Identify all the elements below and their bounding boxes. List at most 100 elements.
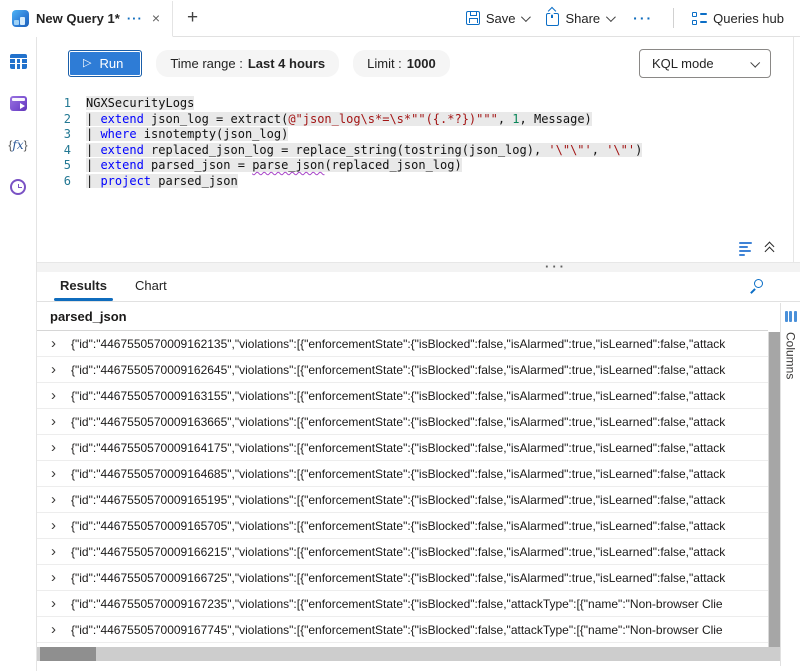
expand-chevron-icon[interactable]: › [51,518,71,533]
expand-chevron-icon[interactable]: › [51,336,71,351]
query-editor[interactable]: 123456 NGXSecurityLogs| extend json_log … [37,90,794,262]
more-menu-button[interactable]: ··· [625,10,661,26]
code-line[interactable]: | extend json_log = extract(@"json_log\s… [86,112,793,128]
code-line[interactable]: | extend parsed_json = parse_json(replac… [86,158,793,174]
expand-chevron-icon[interactable]: › [51,388,71,403]
result-row[interactable]: ›{"id":"4467550570009164685","violations… [37,461,768,487]
top-actions: Save Share ··· Queries hub [460,7,800,30]
line-number: 6 [37,174,84,190]
horizontal-scrollbar[interactable] [37,647,780,661]
save-icon [466,11,480,25]
format-query-icon[interactable] [737,240,754,258]
table-icon [10,54,27,69]
result-row[interactable]: ›{"id":"4467550570009167235","violations… [37,591,768,617]
expand-chevron-icon[interactable]: › [51,492,71,507]
editor-gutter: 123456 [37,90,84,262]
limit-picker[interactable]: Limit : 1000 [353,50,450,77]
new-tab-button[interactable]: + [173,7,212,29]
columns-icon[interactable] [785,311,797,322]
tab-close-icon[interactable]: × [150,10,162,26]
share-label: Share [565,11,600,26]
panel-splitter[interactable]: ··· [37,262,800,272]
results-rows: ›{"id":"4467550570009162135","violations… [37,331,768,643]
code-line[interactable]: | project parsed_json [86,174,793,190]
tab-more-icon[interactable]: ··· [127,11,143,26]
columns-side-panel[interactable]: Columns [780,303,800,666]
row-json-text: {"id":"4467550570009166215","violations"… [71,545,768,559]
kql-mode-dropdown[interactable]: KQL mode [639,49,771,78]
play-icon: ▷ [83,58,91,69]
history-clock-icon [10,179,26,195]
code-line[interactable]: | where isnotempty(json_log) [86,127,793,143]
result-row[interactable]: ›{"id":"4467550570009166725","violations… [37,565,768,591]
expand-chevron-icon[interactable]: › [51,362,71,377]
result-row[interactable]: ›{"id":"4467550570009167745","violations… [37,617,768,643]
expand-chevron-icon[interactable]: › [51,570,71,585]
expand-chevron-icon[interactable]: › [51,466,71,481]
row-json-text: {"id":"4467550570009164175","violations"… [71,441,768,455]
row-json-text: {"id":"4467550570009167745","violations"… [71,623,768,637]
line-number: 4 [37,143,84,159]
result-row[interactable]: ›{"id":"4467550570009162135","violations… [37,331,768,357]
row-json-text: {"id":"4467550570009164685","violations"… [71,467,768,481]
row-json-text: {"id":"4467550570009167235","violations"… [71,597,768,611]
expand-chevron-icon[interactable]: › [51,544,71,559]
expand-chevron-icon[interactable]: › [51,622,71,637]
run-button[interactable]: ▷ Run [68,50,142,77]
result-row[interactable]: ›{"id":"4467550570009165705","violations… [37,513,768,539]
row-json-text: {"id":"4467550570009163155","violations"… [71,389,768,403]
result-row[interactable]: ›{"id":"4467550570009163155","violations… [37,383,768,409]
sidebar-item-history[interactable] [8,177,28,197]
tab-chart[interactable]: Chart [135,278,167,301]
result-row[interactable]: ›{"id":"4467550570009166215","violations… [37,539,768,565]
columns-panel-label[interactable]: Columns [784,332,798,379]
vertical-scrollbar[interactable] [768,332,780,653]
line-number: 2 [37,112,84,128]
line-number: 5 [37,158,84,174]
result-row[interactable]: ›{"id":"4467550570009165195","violations… [37,487,768,513]
sidebar-item-tables[interactable] [8,51,28,71]
time-range-picker[interactable]: Time range : Last 4 hours [156,50,339,77]
time-range-value: Last 4 hours [248,56,325,71]
limit-label: Limit : [367,56,402,71]
collapse-editor-icon[interactable] [764,243,776,255]
code-line[interactable]: | extend replaced_json_log = replace_str… [86,143,793,159]
database-icon [10,96,27,111]
kusto-query-icon [12,10,29,27]
expand-chevron-icon[interactable]: › [51,440,71,455]
code-line[interactable]: NGXSecurityLogs [86,96,793,112]
sidebar-item-functions[interactable]: {fx} [8,135,28,155]
row-json-text: {"id":"4467550570009163665","violations"… [71,415,768,429]
sidebar-item-database[interactable] [8,93,28,113]
result-row[interactable]: ›{"id":"4467550570009164175","violations… [37,435,768,461]
tab-results[interactable]: Results [60,278,107,301]
save-button[interactable]: Save [460,7,535,30]
app-window: New Query 1* ··· × + Save Share ··· Quer… [0,0,800,671]
left-icon-sidebar: {fx} [0,37,37,671]
divider [673,8,674,28]
kql-mode-value: KQL mode [652,56,714,71]
tab-title: New Query 1* [36,11,120,26]
queries-hub-label: Queries hub [713,11,784,26]
line-number: 3 [37,127,84,143]
row-json-text: {"id":"4467550570009162135","violations"… [71,337,768,351]
queries-hub-button[interactable]: Queries hub [686,7,790,30]
limit-value: 1000 [407,56,436,71]
query-tab[interactable]: New Query 1* ··· × [0,1,173,37]
column-header-label: parsed_json [50,309,127,324]
result-row[interactable]: ›{"id":"4467550570009162645","violations… [37,357,768,383]
line-number: 1 [37,96,84,112]
share-button[interactable]: Share [540,7,619,30]
editor-tools [737,240,776,258]
expand-chevron-icon[interactable]: › [51,414,71,429]
expand-chevron-icon[interactable]: › [51,596,71,611]
run-label: Run [99,56,123,71]
search-icon[interactable] [751,279,766,294]
result-row[interactable]: ›{"id":"4467550570009163665","violations… [37,409,768,435]
row-json-text: {"id":"4467550570009165705","violations"… [71,519,768,533]
row-json-text: {"id":"4467550570009165195","violations"… [71,493,768,507]
save-label: Save [486,11,516,26]
horizontal-scrollbar-thumb[interactable] [40,647,96,661]
column-header-parsed-json[interactable]: parsed_json [37,302,768,331]
results-panel: Results Chart parsed_json ›{"id":"446755… [37,272,800,666]
